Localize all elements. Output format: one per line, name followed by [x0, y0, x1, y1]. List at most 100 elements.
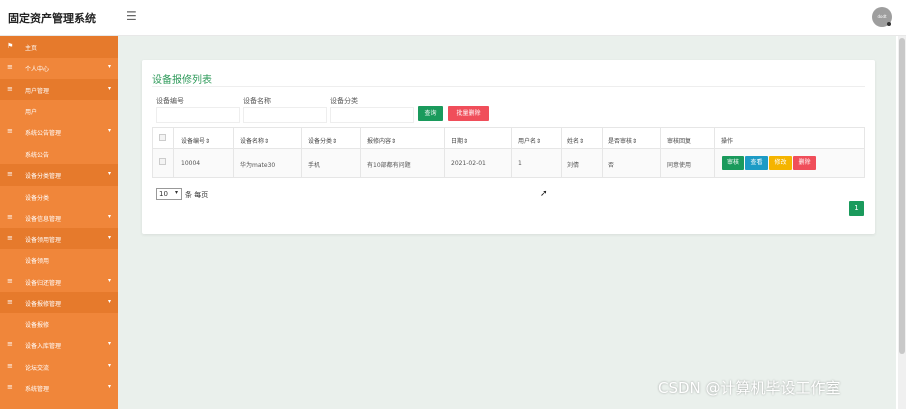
sidebar-item-label: 用户管理	[25, 88, 50, 95]
sidebar-item[interactable]: ≡ 用户管理 ▾	[0, 79, 118, 101]
sidebar-item-label: 设备领用管理	[25, 237, 62, 244]
title-divider	[152, 86, 865, 87]
sidebar-item[interactable]: ≡ 系统公告管理 ▾	[0, 121, 118, 143]
column-header: 操作	[721, 138, 734, 145]
sidebar-subitem[interactable]: 设备报修	[0, 313, 118, 334]
mouse-cursor-icon: ➚	[540, 189, 548, 199]
cell-username: 1	[518, 160, 522, 167]
sidebar-item-label: 主页	[25, 45, 38, 52]
sidebar-item[interactable]: ≡ 论坛交流 ▾	[0, 356, 118, 378]
query-button[interactable]: 查询	[418, 106, 443, 121]
chevron-down-icon: ▾	[108, 277, 112, 284]
sidebar-subitem-label: 用户	[25, 109, 38, 116]
sidebar-item[interactable]: ≡ 个人中心 ▾	[0, 57, 118, 79]
menu-toggle-icon[interactable]: ☰	[126, 9, 137, 23]
cell-equipment-name: 华为mate30	[240, 162, 276, 169]
chevron-down-icon: ▾	[108, 213, 112, 220]
category-input[interactable]	[330, 107, 414, 123]
flag-icon: ⚑	[7, 42, 14, 50]
column-header: 审核回复	[667, 138, 692, 145]
row-checkbox[interactable]	[159, 158, 166, 165]
chevron-down-icon: ▾	[108, 298, 112, 305]
avatar-status-dot	[887, 22, 891, 26]
sidebar-item[interactable]: ≡ 设备分类管理 ▾	[0, 164, 118, 186]
cell-reply: 同意使用	[667, 162, 692, 169]
chevron-down-icon: ▾	[108, 63, 112, 70]
scrollbar-thumb[interactable]	[899, 38, 905, 354]
column-header[interactable]: 设备编号⇕	[181, 136, 210, 145]
sidebar-subitem-label: 设备领用	[25, 258, 50, 265]
equipment-no-input[interactable]	[156, 107, 240, 123]
column-header[interactable]: 是否审核⇕	[608, 136, 637, 145]
cell-name: 刘倩	[567, 162, 580, 169]
column-header[interactable]: 日期⇕	[451, 136, 468, 145]
cell-category: 手机	[308, 162, 321, 169]
view-button[interactable]: 查看	[745, 156, 768, 170]
sidebar-item-label: 个人中心	[25, 66, 50, 73]
table-header: 设备编号⇕ 设备名称⇕ 设备分类⇕ 报修内容⇕ 日期⇕ 用户名⇕ 姓名⇕ 是否审…	[152, 127, 865, 149]
table-row: 10004 华为mate30 手机 有10部都有问题 2021-02-01 1 …	[152, 149, 865, 178]
batch-delete-button[interactable]: 批量删除	[448, 106, 489, 121]
sidebar-item[interactable]: ≡ 设备归还管理 ▾	[0, 271, 118, 293]
sidebar-subitem-label: 设备分类	[25, 195, 50, 202]
chevron-down-icon: ▾	[108, 234, 112, 241]
chevron-down-icon: ▾	[108, 383, 112, 390]
menu-lines-icon: ≡	[7, 362, 13, 370]
sidebar-subitem[interactable]: 设备领用	[0, 249, 118, 270]
select-all-checkbox[interactable]	[159, 134, 166, 141]
cell-date: 2021-02-01	[451, 160, 486, 167]
sidebar-subitem[interactable]: 用户	[0, 100, 118, 121]
audit-button[interactable]: 审核	[722, 156, 744, 170]
edit-button[interactable]: 修改	[769, 156, 792, 170]
sidebar-subitem[interactable]: 设备分类	[0, 186, 118, 207]
column-header[interactable]: 姓名⇕	[567, 136, 584, 145]
menu-lines-icon: ≡	[7, 127, 13, 135]
sidebar-item-label: 系统管理	[25, 386, 50, 393]
menu-lines-icon: ≡	[7, 277, 13, 285]
cell-equipment-no: 10004	[181, 160, 201, 167]
sidebar-subitem[interactable]: 系统公告	[0, 143, 118, 164]
sidebar-item-label: 系统公告管理	[25, 130, 62, 137]
sidebar-item[interactable]: ≡ 设备入库管理 ▾	[0, 334, 118, 356]
sidebar-subitem-label: 系统公告	[25, 152, 50, 159]
column-header[interactable]: 设备名称⇕	[240, 136, 269, 145]
chevron-down-icon: ▾	[108, 340, 112, 347]
sidebar-item[interactable]: ≡ 设备报修管理 ▾	[0, 292, 118, 314]
chevron-down-icon[interactable]: ▾	[175, 189, 178, 196]
category-label: 设备分类	[330, 97, 358, 105]
chevron-down-icon: ▾	[108, 170, 112, 177]
page-title: 设备报修列表	[152, 75, 212, 86]
chevron-down-icon: ▾	[108, 127, 112, 134]
sidebar: ⚑ 主页 ≡ 个人中心 ▾ ≡ 用户管理 ▾ 用户 ≡ 系统公告管理 ▾ 系统公告 ≡ 设备分类管理 ▾ 设备分…	[0, 36, 118, 409]
watermark: CSDN @计算机毕设工作室	[658, 379, 841, 397]
cell-content: 有10部都有问题	[367, 162, 411, 169]
page-size-label: 条 每页	[185, 191, 209, 199]
equipment-no-label: 设备编号	[156, 97, 184, 105]
menu-lines-icon: ≡	[7, 170, 13, 178]
sidebar-item[interactable]: ≡ 设备信息管理 ▾	[0, 207, 118, 229]
menu-lines-icon: ≡	[7, 213, 13, 221]
sidebar-item[interactable]: ⚑ 主页	[0, 36, 118, 58]
repair-list-card: 设备报修列表 设备编号 设备名称 设备分类 查询 批量删除 设备编号⇕ 设备名称…	[142, 60, 875, 234]
column-header[interactable]: 报修内容⇕	[367, 136, 396, 145]
delete-button[interactable]: 删除	[793, 156, 816, 170]
column-header[interactable]: 设备分类⇕	[308, 136, 337, 145]
equipment-name-label: 设备名称	[243, 97, 271, 105]
equipment-name-input[interactable]	[243, 107, 327, 123]
menu-lines-icon: ≡	[7, 298, 13, 306]
sidebar-item-label: 设备归还管理	[25, 280, 62, 287]
menu-lines-icon: ≡	[7, 340, 13, 348]
page-size-select[interactable]: 10	[156, 188, 182, 200]
chevron-down-icon: ▾	[108, 362, 112, 369]
top-bar: 固定资产管理系统 ☰ dodt	[0, 0, 906, 36]
column-header[interactable]: 用户名⇕	[518, 136, 541, 145]
page-button-current[interactable]: 1	[849, 201, 864, 216]
sidebar-item-label: 设备信息管理	[25, 216, 62, 223]
sidebar-item[interactable]: ≡ 系统管理 ▾	[0, 377, 118, 399]
sidebar-item[interactable]: ≡ 设备领用管理 ▾	[0, 228, 118, 250]
menu-lines-icon: ≡	[7, 383, 13, 391]
menu-lines-icon: ≡	[7, 63, 13, 71]
sidebar-item-label: 设备分类管理	[25, 173, 62, 180]
sidebar-item-label: 论坛交流	[25, 365, 50, 372]
app-title: 固定资产管理系统	[8, 12, 96, 25]
